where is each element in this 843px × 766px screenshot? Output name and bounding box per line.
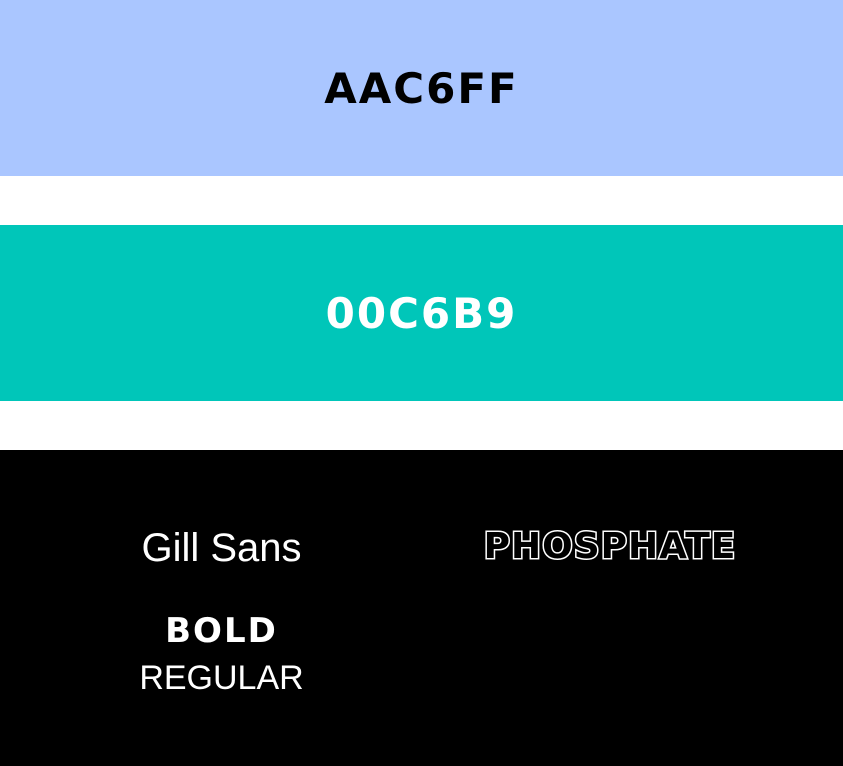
primary-font-name: Gill Sans [141,526,302,570]
swatch-hex-label: 00C6B9 [325,288,518,338]
swatch-hex-label: AAC6FF [324,63,519,113]
color-swatch-teal: 00C6B9 [0,225,843,401]
primary-font-weight-bold: BOLD [165,611,278,651]
primary-font-weight-regular: REGULAR [139,659,304,697]
secondary-font-name: PHOSPHATE [482,525,737,569]
typography-panel: Gill Sans BOLD REGULAR PHOSPHATE [0,450,843,766]
color-swatch-periwinkle: AAC6FF [0,0,843,176]
